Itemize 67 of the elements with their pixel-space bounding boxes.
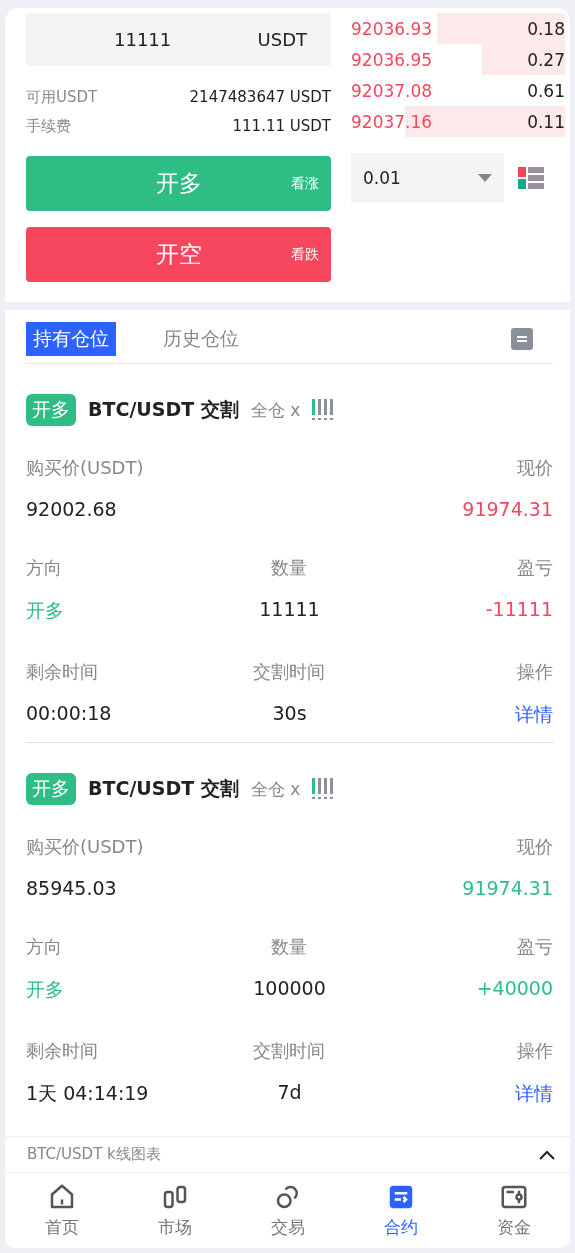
precision-select[interactable]: 0.01	[351, 153, 504, 203]
field-label: 方向	[26, 935, 63, 959]
field-value: 100000	[252, 977, 327, 1001]
ask-quantity: 0.11	[527, 111, 565, 132]
info-label: 可用USDT	[26, 88, 98, 107]
field-label: 数量	[270, 935, 309, 959]
field-label: 盈亏	[516, 935, 553, 959]
field-value: 00:00:18	[26, 702, 113, 726]
field-label: 购买价(USDT)	[26, 835, 145, 859]
field-label: 方向	[26, 556, 63, 580]
field-value: 91974.31	[461, 877, 553, 899]
field-label: 剩余时间	[26, 1039, 99, 1063]
side-badge: 开多	[26, 773, 76, 805]
field-label: 现价	[516, 456, 553, 480]
side-badge: 开多	[26, 394, 76, 426]
ask-quantity: 0.61	[527, 80, 565, 101]
field-value: -11111	[484, 598, 553, 622]
menu-icon[interactable]	[511, 328, 533, 350]
field-label: 盈亏	[516, 556, 553, 580]
pair-title: BTC/USDT 交割	[88, 776, 239, 801]
field-label: 操作	[516, 660, 553, 684]
position-tab[interactable]: 历史仓位	[156, 322, 246, 356]
field-label: 现价	[516, 835, 553, 859]
field-value: 30s	[271, 702, 308, 726]
amount-field[interactable]: 11111 USDT	[26, 13, 331, 66]
ask-quantity: 0.27	[527, 49, 565, 70]
ask-price: 92036.93	[351, 18, 433, 39]
field-value: +40000	[475, 977, 553, 1001]
info-value: 2147483647 USDT	[189, 88, 331, 107]
ask-quantity: 0.18	[527, 18, 565, 39]
field-value: 1天 04:14:19	[26, 1081, 150, 1106]
nav-item[interactable]: 合约	[344, 1173, 457, 1248]
chart-bar-title: BTC/USDT k线图表	[27, 1145, 161, 1164]
ask-price: 92036.95	[351, 49, 433, 70]
field-label: 操作	[516, 1039, 553, 1063]
details-link[interactable]: 详情	[377, 702, 553, 728]
ask-price: 92037.16	[351, 111, 433, 132]
layout-icon[interactable]	[518, 167, 544, 189]
field-label: 剩余时间	[26, 660, 99, 684]
field-label: 数量	[270, 556, 309, 580]
chevron-up-icon[interactable]	[538, 1148, 556, 1161]
nav-item[interactable]: 首页	[5, 1173, 118, 1248]
field-value: 开多	[26, 977, 65, 1002]
field-value: 开多	[26, 598, 65, 623]
field-value: 91974.31	[461, 498, 553, 520]
unit-label: USDT	[257, 29, 307, 50]
field-label: 交割时间	[252, 1039, 327, 1063]
margin-mode: 全仓 x	[250, 777, 301, 801]
open-short-button[interactable]: 开空 看跌	[26, 227, 331, 282]
field-label: 购买价(USDT)	[26, 456, 145, 480]
pair-title: BTC/USDT 交割	[88, 397, 239, 422]
amount-value: 11111	[114, 29, 172, 50]
field-value: 92002.68	[26, 498, 118, 520]
nav-item[interactable]: 资金	[457, 1173, 570, 1248]
field-label: 交割时间	[252, 660, 327, 684]
margin-mode: 全仓 x	[250, 398, 301, 422]
field-value: 11111	[258, 598, 321, 622]
field-value: 7d	[276, 1081, 303, 1105]
caret-icon	[478, 174, 492, 182]
field-value: 85945.03	[26, 877, 118, 899]
info-label: 手续费	[26, 117, 71, 136]
nav-item[interactable]: 交易	[231, 1173, 344, 1248]
details-link[interactable]: 详情	[377, 1081, 553, 1107]
ask-price: 92037.08	[351, 80, 433, 101]
nav-item[interactable]: 市场	[118, 1173, 231, 1248]
info-value: 111.11 USDT	[232, 117, 331, 136]
position-tab[interactable]: 持有仓位	[26, 322, 116, 356]
